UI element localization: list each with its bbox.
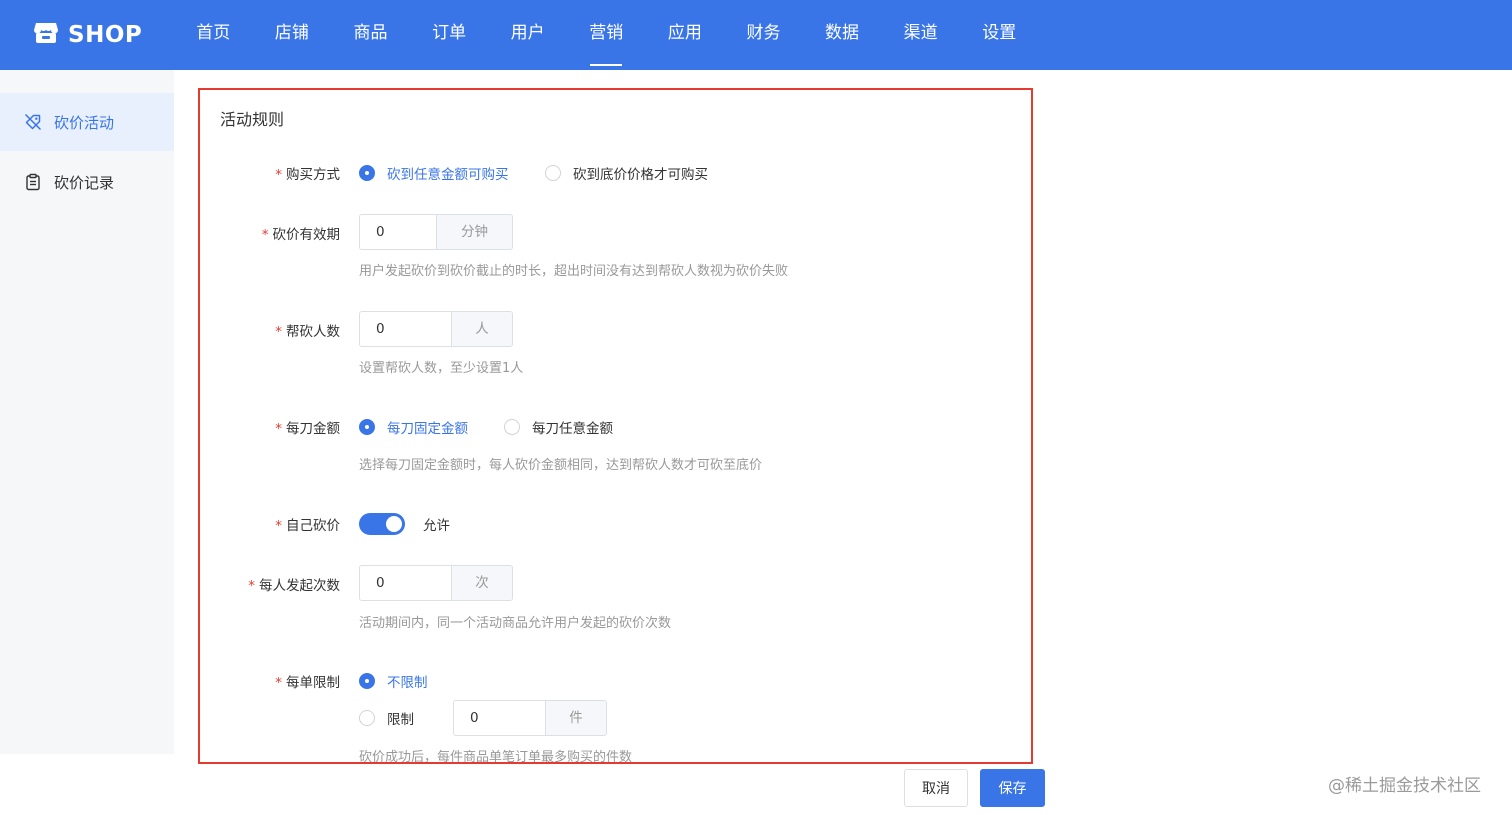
nav-channels[interactable]: 渠道 <box>881 0 960 70</box>
radio-dot <box>359 710 375 726</box>
clipboard-icon <box>24 173 42 191</box>
radio-dot <box>359 673 375 689</box>
nav-products[interactable]: 商品 <box>331 0 410 70</box>
validity-input-group: 0 分钟 <box>359 214 513 250</box>
required-mark: * <box>275 324 282 340</box>
radio-label: 每刀固定金额 <box>387 421 468 437</box>
self-cut-state: 允许 <box>423 518 450 534</box>
label-text: 每人发起次数 <box>259 578 340 594</box>
validity-unit: 分钟 <box>436 215 512 249</box>
helpers-input-group: 0 人 <box>359 311 513 347</box>
radio-fixed-amount[interactable]: 每刀固定金额 <box>359 417 468 437</box>
sidebar: 砍价活动 砍价记录 <box>0 70 174 754</box>
sidebar-item-label: 砍价活动 <box>54 113 115 132</box>
nav-users[interactable]: 用户 <box>488 0 567 70</box>
order-limit-hint: 砍价成功后，每件商品单笔订单最多购买的件数 <box>359 750 633 764</box>
order-limit-label: * 每单限制 <box>200 671 340 691</box>
nav-apps[interactable]: 应用 <box>646 0 725 70</box>
radio-dot <box>504 419 520 435</box>
radio-random-amount[interactable]: 每刀任意金额 <box>504 417 613 437</box>
sidebar-item-label: 砍价记录 <box>54 173 115 192</box>
label-text: 帮砍人数 <box>286 324 340 340</box>
launch-times-unit: 次 <box>451 566 512 600</box>
self-cut-switch[interactable] <box>359 513 405 535</box>
radio-no-limit[interactable]: 不限制 <box>359 671 428 691</box>
nav-finance[interactable]: 财务 <box>724 0 803 70</box>
label-text: 自己砍价 <box>286 518 340 534</box>
radio-label: 砍到底价价格才可购买 <box>573 167 708 183</box>
label-text: 每刀金额 <box>286 421 340 437</box>
per-cut-hint: 选择每刀固定金额时，每人砍价金额相同，达到帮砍人数才可砍至底价 <box>359 458 763 473</box>
label-text: 砍价有效期 <box>272 227 341 243</box>
nav-store[interactable]: 店铺 <box>253 0 332 70</box>
label-text: 每单限制 <box>286 675 340 691</box>
validity-hint: 用户发起砍价到砍价截止的时长，超出时间没有达到帮砍人数视为砍价失败 <box>359 264 789 279</box>
radio-label: 限制 <box>387 712 414 728</box>
launch-times-input[interactable]: 0 <box>360 566 451 600</box>
validity-label: * 砍价有效期 <box>200 223 340 243</box>
nav-marketing[interactable]: 营销 <box>567 0 646 70</box>
helpers-label: * 帮砍人数 <box>200 320 340 340</box>
radio-floor-price[interactable]: 砍到底价价格才可购买 <box>545 163 708 183</box>
required-mark: * <box>248 578 255 594</box>
nav-data[interactable]: 数据 <box>803 0 882 70</box>
order-limit-input-group: 0 件 <box>453 700 607 736</box>
sidebar-item-bargain-activity[interactable]: 砍价活动 <box>0 93 174 151</box>
radio-label: 每刀任意金额 <box>532 421 613 437</box>
cancel-button[interactable]: 取消 <box>904 769 968 807</box>
launch-times-label: * 每人发起次数 <box>200 574 340 594</box>
validity-input[interactable]: 0 <box>360 215 436 249</box>
self-cut-label: * 自己砍价 <box>200 514 340 534</box>
label-text: 购买方式 <box>286 167 340 183</box>
sidebar-item-bargain-records[interactable]: 砍价记录 <box>0 153 174 211</box>
launch-times-input-group: 0 次 <box>359 565 513 601</box>
radio-label: 砍到任意金额可购买 <box>387 167 509 183</box>
radio-dot <box>359 419 375 435</box>
panel-title: 活动规则 <box>220 110 285 129</box>
nav-settings[interactable]: 设置 <box>960 0 1039 70</box>
order-limit-input[interactable]: 0 <box>454 701 545 735</box>
order-limit-unit: 件 <box>545 701 606 735</box>
save-button[interactable]: 保存 <box>980 769 1045 807</box>
logo[interactable]: SHOP <box>32 18 142 52</box>
radio-limit[interactable]: 限制 <box>359 708 414 728</box>
helpers-hint: 设置帮砍人数，至少设置1人 <box>359 361 524 376</box>
required-mark: * <box>275 675 282 691</box>
required-mark: * <box>275 167 282 183</box>
nav-orders[interactable]: 订单 <box>410 0 489 70</box>
required-mark: * <box>275 518 282 534</box>
main-nav: 首页 店铺 商品 订单 用户 营销 应用 财务 数据 渠道 设置 <box>174 0 1039 70</box>
helpers-input[interactable]: 0 <box>360 312 451 346</box>
watermark: @稀土掘金技术社区 <box>1328 776 1481 796</box>
activity-rules-panel: 活动规则 * 购买方式 砍到任意金额可购买 砍到底价价格才可购买 * 砍价有效期 0… <box>198 88 1033 764</box>
purchase-mode-label: * 购买方式 <box>200 163 340 183</box>
per-cut-label: * 每刀金额 <box>200 417 340 437</box>
nav-home[interactable]: 首页 <box>174 0 253 70</box>
tag-off-icon <box>24 113 42 131</box>
switch-knob <box>386 516 402 532</box>
radio-dot <box>545 165 561 181</box>
required-mark: * <box>275 421 282 437</box>
helpers-unit: 人 <box>451 312 512 346</box>
radio-any-amount[interactable]: 砍到任意金额可购买 <box>359 163 509 183</box>
top-navigation-bar: SHOP 首页 店铺 商品 订单 用户 营销 应用 财务 数据 渠道 设置 <box>0 0 1512 70</box>
required-mark: * <box>261 227 269 243</box>
radio-dot <box>359 165 375 181</box>
launch-times-hint: 活动期间内，同一个活动商品允许用户发起的砍价次数 <box>359 616 672 631</box>
radio-label: 不限制 <box>387 675 428 691</box>
shop-icon <box>32 19 68 51</box>
logo-text: SHOP <box>68 22 143 48</box>
